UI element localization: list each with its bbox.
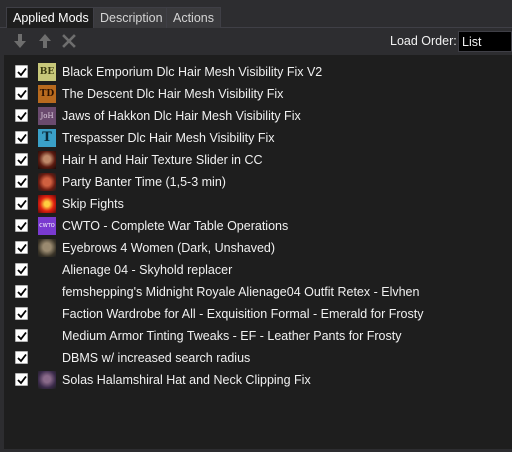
list-item[interactable]: femshepping's Midnight Royale Alienage04… xyxy=(4,281,512,303)
list-item[interactable]: Party Banter Time (1,5-3 min) xyxy=(4,171,512,193)
list-item[interactable]: Faction Wardrobe for All - Exquisition F… xyxy=(4,303,512,325)
mod-thumbnail: CWTO xyxy=(38,217,56,235)
arrow-down-icon xyxy=(14,34,26,48)
list-item[interactable]: Solas Halamshiral Hat and Neck Clipping … xyxy=(4,369,512,391)
load-order-label: Load Order: xyxy=(390,34,457,48)
mod-name: Party Banter Time (1,5-3 min) xyxy=(62,175,226,189)
list-item[interactable]: DBMS w/ increased search radius xyxy=(4,347,512,369)
checkbox[interactable] xyxy=(15,307,28,320)
checkbox[interactable] xyxy=(15,241,28,254)
tab-actions[interactable]: Actions xyxy=(166,7,221,28)
mod-thumbnail: BE xyxy=(38,63,56,81)
checkbox[interactable] xyxy=(15,373,28,386)
checkbox[interactable] xyxy=(15,175,28,188)
list-item[interactable]: Eyebrows 4 Women (Dark, Unshaved) xyxy=(4,237,512,259)
mod-thumbnail xyxy=(38,151,56,169)
mod-thumbnail xyxy=(38,371,56,389)
mod-thumbnail: JoH xyxy=(38,107,56,125)
list-item[interactable]: Skip Fights xyxy=(4,193,512,215)
list-item[interactable]: BE Black Emporium Dlc Hair Mesh Visibili… xyxy=(4,61,512,83)
checkbox[interactable] xyxy=(15,65,28,78)
mod-name: Black Emporium Dlc Hair Mesh Visibility … xyxy=(62,65,323,79)
mod-name: Faction Wardrobe for All - Exquisition F… xyxy=(62,307,424,321)
mod-thumbnail xyxy=(38,239,56,257)
list-item[interactable]: Alienage 04 - Skyhold replacer xyxy=(4,259,512,281)
mod-name: femshepping's Midnight Royale Alienage04… xyxy=(62,285,420,299)
list-item[interactable]: JoH Jaws of Hakkon Dlc Hair Mesh Visibil… xyxy=(4,105,512,127)
mod-name: Alienage 04 - Skyhold replacer xyxy=(62,263,233,277)
remove-button[interactable] xyxy=(59,32,79,50)
list-item[interactable]: TD The Descent Dlc Hair Mesh Visibility … xyxy=(4,83,512,105)
checkbox[interactable] xyxy=(15,285,28,298)
tab-description[interactable]: Description xyxy=(93,7,170,28)
mod-name: Medium Armor Tinting Tweaks - EF - Leath… xyxy=(62,329,402,343)
applied-mods-list[interactable]: BE Black Emporium Dlc Hair Mesh Visibili… xyxy=(4,55,512,449)
tab-bar: Applied Mods Description Actions xyxy=(0,0,512,29)
mod-name: Jaws of Hakkon Dlc Hair Mesh Visibility … xyxy=(62,109,301,123)
mod-name: Skip Fights xyxy=(62,197,124,211)
checkbox[interactable] xyxy=(15,197,28,210)
checkbox[interactable] xyxy=(15,263,28,276)
checkbox[interactable] xyxy=(15,351,28,364)
mod-name: DBMS w/ increased search radius xyxy=(62,351,251,365)
list-item[interactable]: Hair H and Hair Texture Slider in CC xyxy=(4,149,512,171)
checkbox[interactable] xyxy=(15,219,28,232)
list-item[interactable]: T Trespasser Dlc Hair Mesh Visibility Fi… xyxy=(4,127,512,149)
mod-name: CWTO - Complete War Table Operations xyxy=(62,219,289,233)
mod-name: Hair H and Hair Texture Slider in CC xyxy=(62,153,263,167)
list-item[interactable]: Medium Armor Tinting Tweaks - EF - Leath… xyxy=(4,325,512,347)
list-item[interactable]: CWTO CWTO - Complete War Table Operation… xyxy=(4,215,512,237)
checkbox[interactable] xyxy=(15,153,28,166)
checkbox[interactable] xyxy=(15,109,28,122)
mod-name: Eyebrows 4 Women (Dark, Unshaved) xyxy=(62,241,276,255)
load-order-select[interactable]: List xyxy=(458,31,512,52)
mod-thumbnail: T xyxy=(38,129,56,147)
mod-name: Trespasser Dlc Hair Mesh Visibility Fix xyxy=(62,131,275,145)
move-down-button[interactable] xyxy=(10,32,30,50)
checkbox[interactable] xyxy=(15,131,28,144)
close-icon xyxy=(62,34,76,48)
mod-thumbnail xyxy=(38,195,56,213)
mod-thumbnail xyxy=(38,173,56,191)
mod-thumbnail: TD xyxy=(38,85,56,103)
mod-name: The Descent Dlc Hair Mesh Visibility Fix xyxy=(62,87,284,101)
move-up-button[interactable] xyxy=(35,32,55,50)
arrow-up-icon xyxy=(39,34,51,48)
checkbox[interactable] xyxy=(15,329,28,342)
tab-applied-mods[interactable]: Applied Mods xyxy=(6,7,96,29)
checkbox[interactable] xyxy=(15,87,28,100)
mod-name: Solas Halamshiral Hat and Neck Clipping … xyxy=(62,373,311,387)
